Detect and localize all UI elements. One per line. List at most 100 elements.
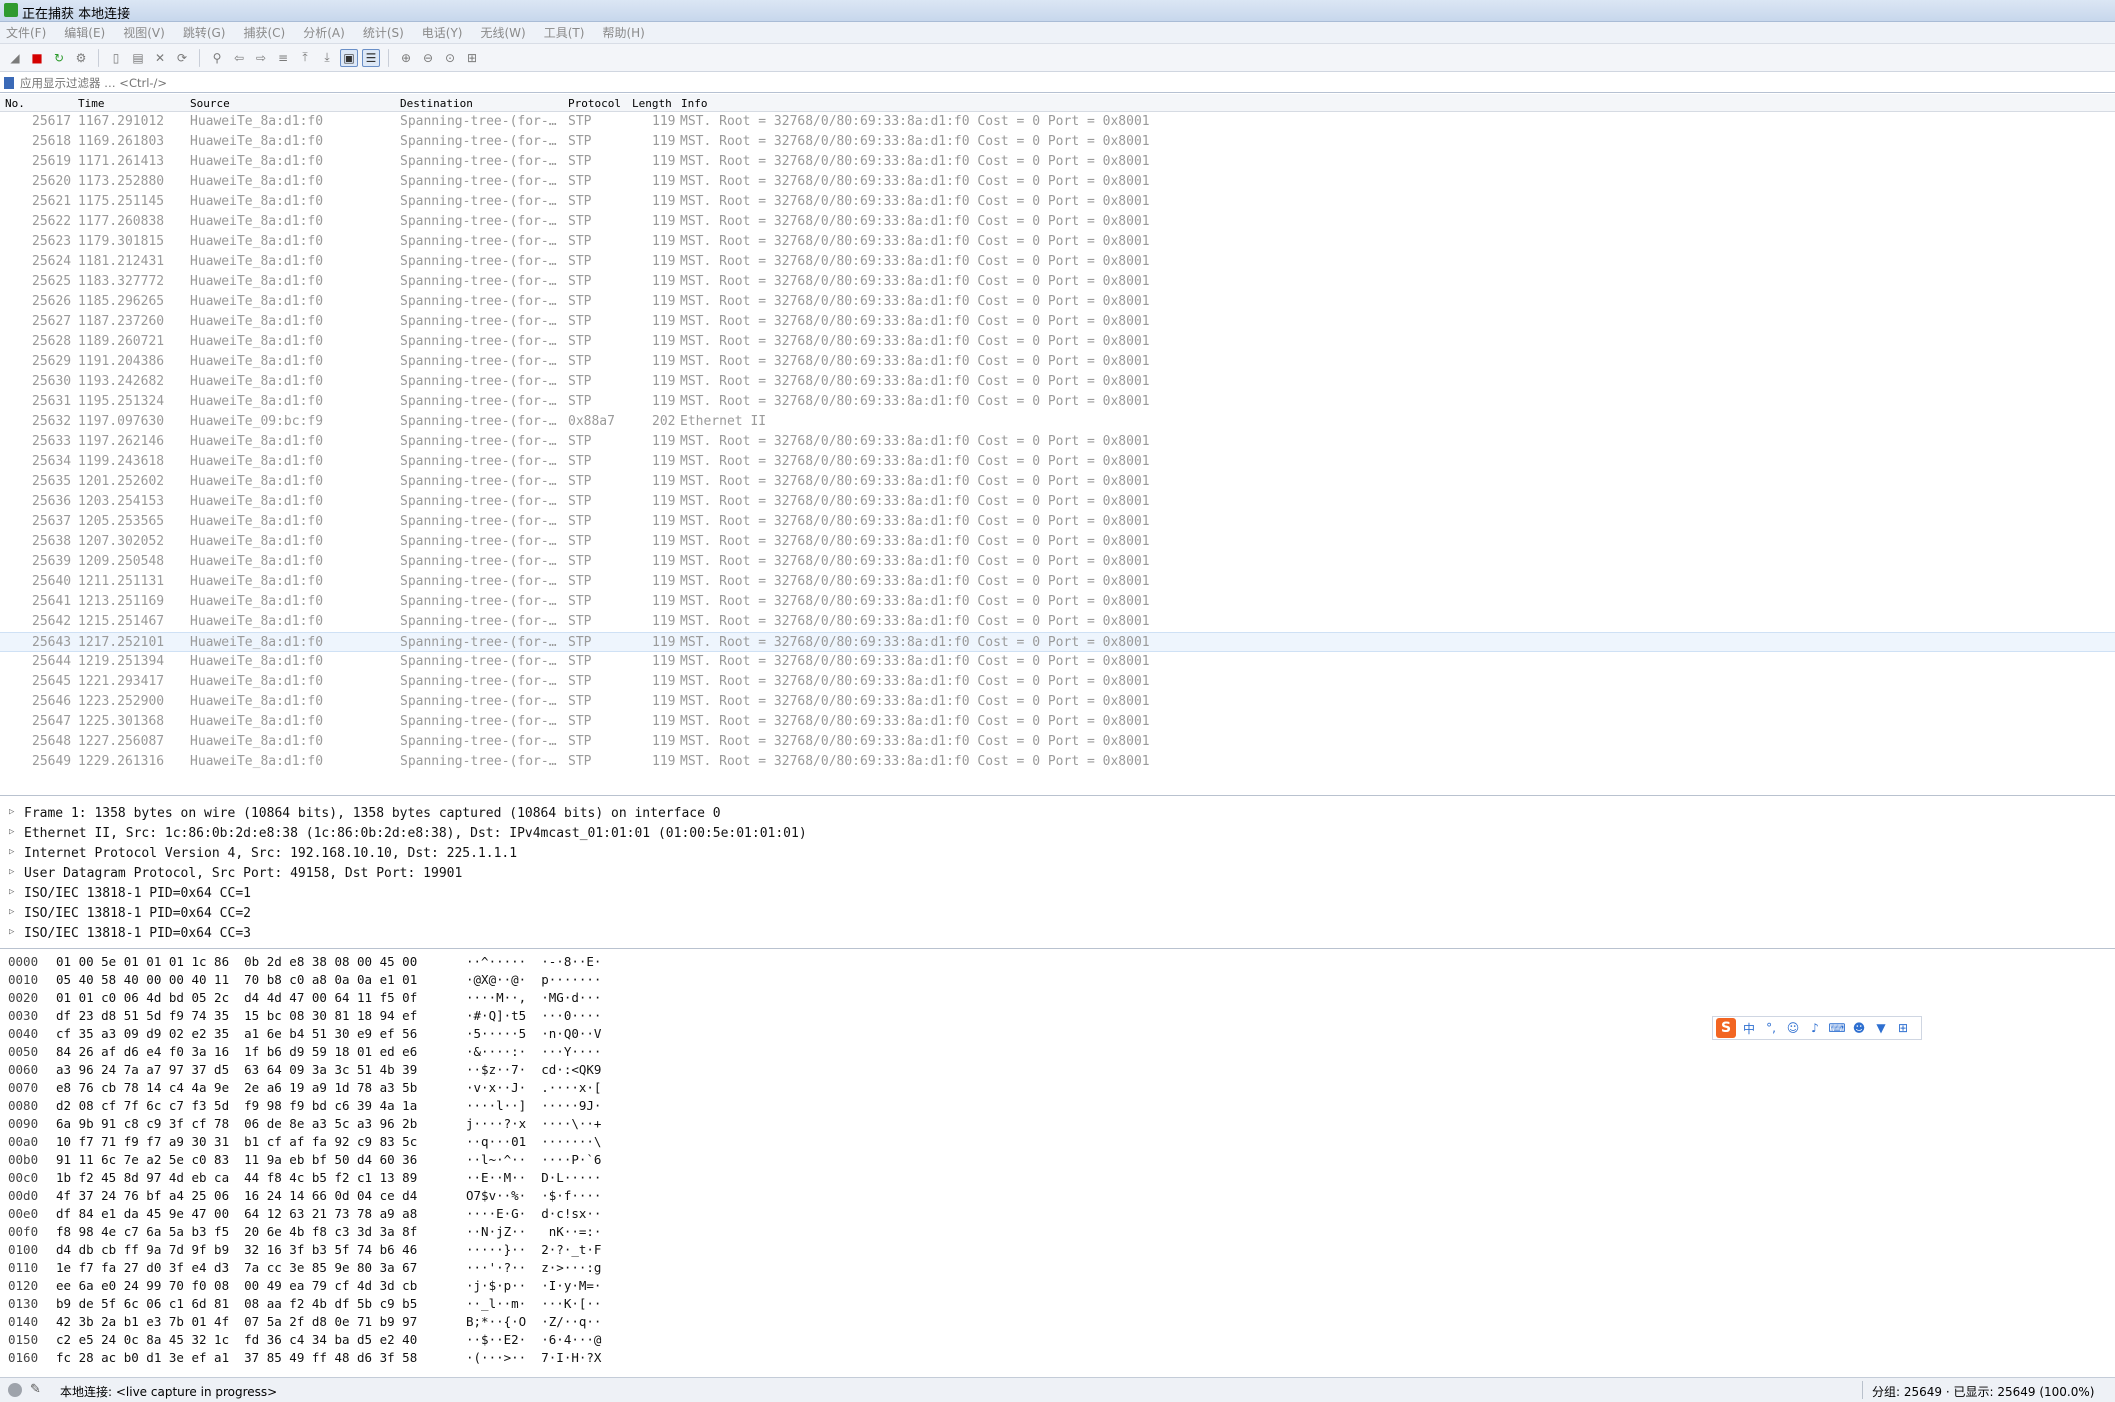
packet-row[interactable]: 25640 1211.251131 HuaweiTe_8a:d1:f0 Spannin… xyxy=(0,572,2115,592)
column-header-source[interactable]: Source xyxy=(190,97,230,110)
packet-row[interactable]: 25618 1169.261803 HuaweiTe_8a:d1:f0 Spannin… xyxy=(0,132,2115,152)
hex-dump-row[interactable]: 0120 ee 6a e0 24 99 70 f0 08 00 49 ea 79 … xyxy=(0,1277,2115,1295)
packet-row[interactable]: 25620 1173.252880 HuaweiTe_8a:d1:f0 Spannin… xyxy=(0,172,2115,192)
packet-row[interactable]: 25639 1209.250548 HuaweiTe_8a:d1:f0 Spannin… xyxy=(0,552,2115,572)
expand-arrow-icon[interactable]: ▷ xyxy=(9,847,14,857)
hex-dump-row[interactable]: 00c0 1b f2 45 8d 97 4d eb ca 44 f8 4c b5 … xyxy=(0,1169,2115,1187)
detail-tree-item[interactable]: ▷ Frame 1: 1358 bytes on wire (10864 bits… xyxy=(0,804,2115,824)
autoscroll-icon[interactable]: ▣ xyxy=(340,48,358,67)
ime-logo[interactable]: S xyxy=(1716,1018,1736,1038)
expand-arrow-icon[interactable]: ▷ xyxy=(9,907,14,917)
packet-row[interactable]: 25635 1201.252602 HuaweiTe_8a:d1:f0 Spannin… xyxy=(0,472,2115,492)
packet-row[interactable]: 25624 1181.212431 HuaweiTe_8a:d1:f0 Spannin… xyxy=(0,252,2115,272)
packet-row[interactable]: 25628 1189.260721 HuaweiTe_8a:d1:f0 Spannin… xyxy=(0,332,2115,352)
zoom-in-icon[interactable]: ⊕ xyxy=(397,49,415,67)
packet-row[interactable]: 25625 1183.327772 HuaweiTe_8a:d1:f0 Spannin… xyxy=(0,272,2115,292)
ime-skin-icon[interactable]: ▼ xyxy=(1872,1019,1890,1037)
close-file-icon[interactable]: ✕ xyxy=(151,49,169,67)
menu-capture[interactable]: 捕获(C) xyxy=(243,24,285,41)
packet-bytes-pane[interactable]: 0000 01 00 5e 01 01 01 1c 86 0b 2d e8 38 … xyxy=(0,951,2115,1375)
expand-arrow-icon[interactable]: ▷ xyxy=(9,827,14,837)
detail-tree-item[interactable]: ▷ Internet Protocol Version 4, Src: 192.1… xyxy=(0,844,2115,864)
filter-bookmark-icon[interactable] xyxy=(4,76,14,89)
packet-row[interactable]: 25629 1191.204386 HuaweiTe_8a:d1:f0 Spannin… xyxy=(0,352,2115,372)
find-packet-icon[interactable]: ⚲ xyxy=(208,49,226,67)
detail-tree-item[interactable]: ▷ User Datagram Protocol, Src Port: 49158… xyxy=(0,864,2115,884)
display-filter-input[interactable] xyxy=(20,75,620,90)
packet-row[interactable]: 25627 1187.237260 HuaweiTe_8a:d1:f0 Spannin… xyxy=(0,312,2115,332)
save-file-icon[interactable]: ▤ xyxy=(129,49,147,67)
packet-row[interactable]: 25631 1195.251324 HuaweiTe_8a:d1:f0 Spannin… xyxy=(0,392,2115,412)
column-header-no[interactable]: No. xyxy=(5,97,25,110)
packet-row[interactable]: 25644 1219.251394 HuaweiTe_8a:d1:f0 Spannin… xyxy=(0,652,2115,672)
colorize-icon[interactable]: ☰ xyxy=(362,48,380,67)
menu-file[interactable]: 文件(F) xyxy=(6,24,46,41)
zoom-normal-icon[interactable]: ⊙ xyxy=(441,49,459,67)
hex-dump-row[interactable]: 0060 a3 96 24 7a a7 97 37 d5 63 64 09 3a … xyxy=(0,1061,2115,1079)
go-back-icon[interactable]: ⇦ xyxy=(230,49,248,67)
ime-toolbar[interactable]: S 中 °, ☺ ♪ ⌨ ☻ ▼ ⊞ xyxy=(1712,1016,1922,1040)
packet-row[interactable]: 25622 1177.260838 HuaweiTe_8a:d1:f0 Spannin… xyxy=(0,212,2115,232)
packet-row[interactable]: 25643 1217.252101 HuaweiTe_8a:d1:f0 Spannin… xyxy=(0,632,2115,652)
packet-row[interactable]: 25642 1215.251467 HuaweiTe_8a:d1:f0 Spannin… xyxy=(0,612,2115,632)
packet-list-pane[interactable]: No. Time Source Destination Protocol Len… xyxy=(0,94,2115,796)
ime-toolbox-icon[interactable]: ⊞ xyxy=(1894,1019,1912,1037)
hex-dump-row[interactable]: 0110 1e f7 fa 27 d0 3f e4 d3 7a cc 3e 85 … xyxy=(0,1259,2115,1277)
ime-punctuation-icon[interactable]: °, xyxy=(1762,1019,1780,1037)
hex-dump-row[interactable]: 0090 6a 9b 91 c8 c9 3f cf 78 06 de 8e a3 … xyxy=(0,1115,2115,1133)
menu-edit[interactable]: 编辑(E) xyxy=(64,24,105,41)
detail-tree-item[interactable]: ▷ ISO/IEC 13818-1 PID=0x64 CC=2 xyxy=(0,904,2115,924)
hex-dump-row[interactable]: 0010 05 40 58 40 00 00 40 11 70 b8 c0 a8 … xyxy=(0,971,2115,989)
menu-help[interactable]: 帮助(H) xyxy=(602,24,644,41)
ime-language-toggle[interactable]: 中 xyxy=(1740,1019,1758,1037)
restart-capture-icon[interactable]: ↻ xyxy=(50,49,68,67)
packet-row[interactable]: 25634 1199.243618 HuaweiTe_8a:d1:f0 Spannin… xyxy=(0,452,2115,472)
go-to-packet-icon[interactable]: ≡ xyxy=(274,49,292,67)
packet-row[interactable]: 25638 1207.302052 HuaweiTe_8a:d1:f0 Spannin… xyxy=(0,532,2115,552)
packet-row[interactable]: 25641 1213.251169 HuaweiTe_8a:d1:f0 Spannin… xyxy=(0,592,2115,612)
detail-tree-item[interactable]: ▷ ISO/IEC 13818-1 PID=0x64 CC=3 xyxy=(0,924,2115,944)
packet-row[interactable]: 25630 1193.242682 HuaweiTe_8a:d1:f0 Spannin… xyxy=(0,372,2115,392)
hex-dump-row[interactable]: 0140 42 3b 2a b1 e3 7b 01 4f 07 5a 2f d8 … xyxy=(0,1313,2115,1331)
packet-row[interactable]: 25621 1175.251145 HuaweiTe_8a:d1:f0 Spannin… xyxy=(0,192,2115,212)
column-header-protocol[interactable]: Protocol xyxy=(568,97,621,110)
hex-dump-row[interactable]: 00a0 10 f7 71 f9 f7 a9 30 31 b1 cf af fa … xyxy=(0,1133,2115,1151)
expand-arrow-icon[interactable]: ▷ xyxy=(9,887,14,897)
ime-voice-icon[interactable]: ♪ xyxy=(1806,1019,1824,1037)
hex-dump-row[interactable]: 0080 d2 08 cf 7f 6c c7 f3 5d f9 98 f9 bd … xyxy=(0,1097,2115,1115)
menu-tools[interactable]: 工具(T) xyxy=(544,24,585,41)
zoom-out-icon[interactable]: ⊖ xyxy=(419,49,437,67)
packet-row[interactable]: 25647 1225.301368 HuaweiTe_8a:d1:f0 Spannin… xyxy=(0,712,2115,732)
expand-arrow-icon[interactable]: ▷ xyxy=(9,867,14,877)
hex-dump-row[interactable]: 0100 d4 db cb ff 9a 7d 9f b9 32 16 3f b3 … xyxy=(0,1241,2115,1259)
hex-dump-row[interactable]: 00e0 df 84 e1 da 45 9e 47 00 64 12 63 21 … xyxy=(0,1205,2115,1223)
hex-dump-row[interactable]: 00f0 f8 98 4e c7 6a 5a b3 f5 20 6e 4b f8 … xyxy=(0,1223,2115,1241)
ime-user-icon[interactable]: ☻ xyxy=(1850,1019,1868,1037)
start-capture-fin-icon[interactable]: ◢ xyxy=(6,49,24,67)
expand-arrow-icon[interactable]: ▷ xyxy=(9,807,14,817)
packet-row[interactable]: 25632 1197.097630 HuaweiTe_09:bc:f9 Spannin… xyxy=(0,412,2115,432)
hex-dump-row[interactable]: 0160 fc 28 ac b0 d1 3e ef a1 37 85 49 ff … xyxy=(0,1349,2115,1367)
ime-keyboard-icon[interactable]: ⌨ xyxy=(1828,1019,1846,1037)
packet-row[interactable]: 25645 1221.293417 HuaweiTe_8a:d1:f0 Spannin… xyxy=(0,672,2115,692)
hex-dump-row[interactable]: 0000 01 00 5e 01 01 01 1c 86 0b 2d e8 38 … xyxy=(0,953,2115,971)
menu-view[interactable]: 视图(V) xyxy=(123,24,165,41)
packet-row[interactable]: 25623 1179.301815 HuaweiTe_8a:d1:f0 Spannin… xyxy=(0,232,2115,252)
go-last-packet-icon[interactable]: ⤓ xyxy=(318,49,336,67)
column-header-destination[interactable]: Destination xyxy=(400,97,473,110)
capture-options-icon[interactable]: ⚙ xyxy=(72,49,90,67)
menu-go[interactable]: 跳转(G) xyxy=(183,24,226,41)
hex-dump-row[interactable]: 0020 01 01 c0 06 4d bd 05 2c d4 4d 47 00 … xyxy=(0,989,2115,1007)
packet-row[interactable]: 25617 1167.291012 HuaweiTe_8a:d1:f0 Spannin… xyxy=(0,112,2115,132)
packet-row[interactable]: 25637 1205.253565 HuaweiTe_8a:d1:f0 Spannin… xyxy=(0,512,2115,532)
menu-wireless[interactable]: 无线(W) xyxy=(481,24,526,41)
resize-columns-icon[interactable]: ⊞ xyxy=(463,49,481,67)
packet-row[interactable]: 25636 1203.254153 HuaweiTe_8a:d1:f0 Spannin… xyxy=(0,492,2115,512)
stop-capture-icon[interactable]: ■ xyxy=(28,49,46,67)
expand-arrow-icon[interactable]: ▷ xyxy=(9,927,14,937)
menu-telephony[interactable]: 电话(Y) xyxy=(422,24,463,41)
menu-analyze[interactable]: 分析(A) xyxy=(303,24,345,41)
column-header-info[interactable]: Info xyxy=(681,97,708,110)
expert-info-icon[interactable] xyxy=(8,1383,22,1397)
ime-emoji-icon[interactable]: ☺ xyxy=(1784,1019,1802,1037)
